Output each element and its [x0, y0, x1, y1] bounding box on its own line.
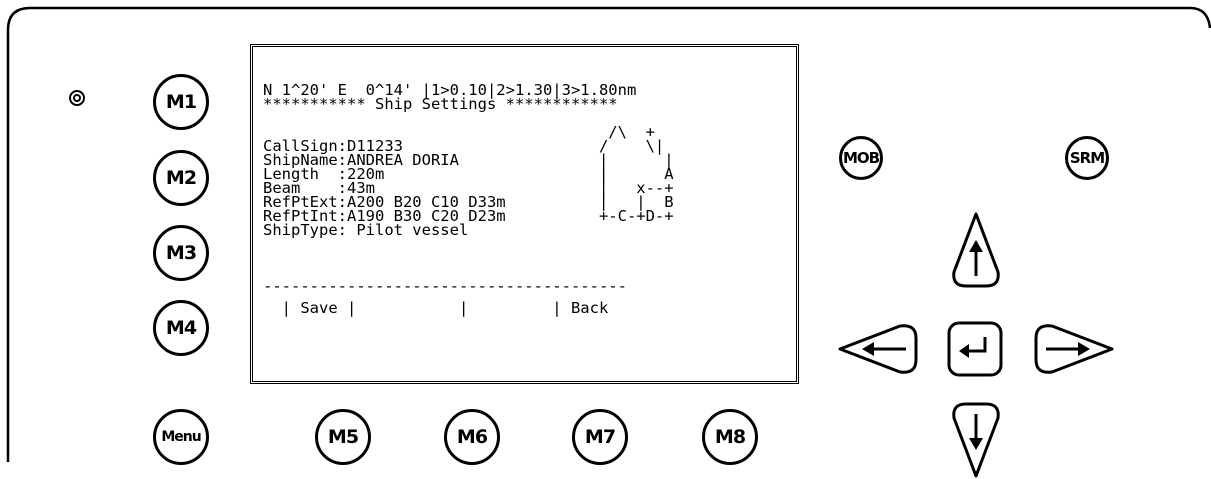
screen-title: *********** Ship Settings ************: [263, 95, 618, 113]
m4-button[interactable]: M4: [153, 300, 209, 356]
menu-button[interactable]: Menu: [153, 409, 209, 465]
m2-button[interactable]: M2: [153, 150, 209, 206]
mob-button[interactable]: MOB: [839, 136, 883, 180]
screen-content: N 1^20' E 0^14' |1>0.10|2>1.30|3>1.80nm …: [263, 82, 788, 373]
m1-button[interactable]: M1: [153, 74, 209, 130]
up-arrow-button[interactable]: [950, 212, 1002, 290]
enter-button[interactable]: [947, 321, 1003, 377]
left-arrow-button[interactable]: [838, 323, 920, 375]
softkey-labels: | Save | | | Back: [263, 299, 609, 317]
srm-button[interactable]: SRM: [1065, 136, 1109, 180]
status-led-icon: [69, 90, 85, 106]
m3-button[interactable]: M3: [153, 225, 209, 281]
m7-button[interactable]: M7: [572, 409, 628, 465]
m8-button[interactable]: M8: [702, 409, 758, 465]
softkey-separator: ---------------------------------------: [263, 277, 627, 295]
m5-button[interactable]: M5: [315, 409, 371, 465]
right-arrow-button[interactable]: [1032, 323, 1114, 375]
m6-button[interactable]: M6: [444, 409, 500, 465]
lcd-screen: N 1^20' E 0^14' |1>0.10|2>1.30|3>1.80nm …: [250, 44, 799, 384]
shiptype-line: ShipType: Pilot vessel: [263, 221, 469, 239]
down-arrow-button[interactable]: [950, 400, 1002, 478]
